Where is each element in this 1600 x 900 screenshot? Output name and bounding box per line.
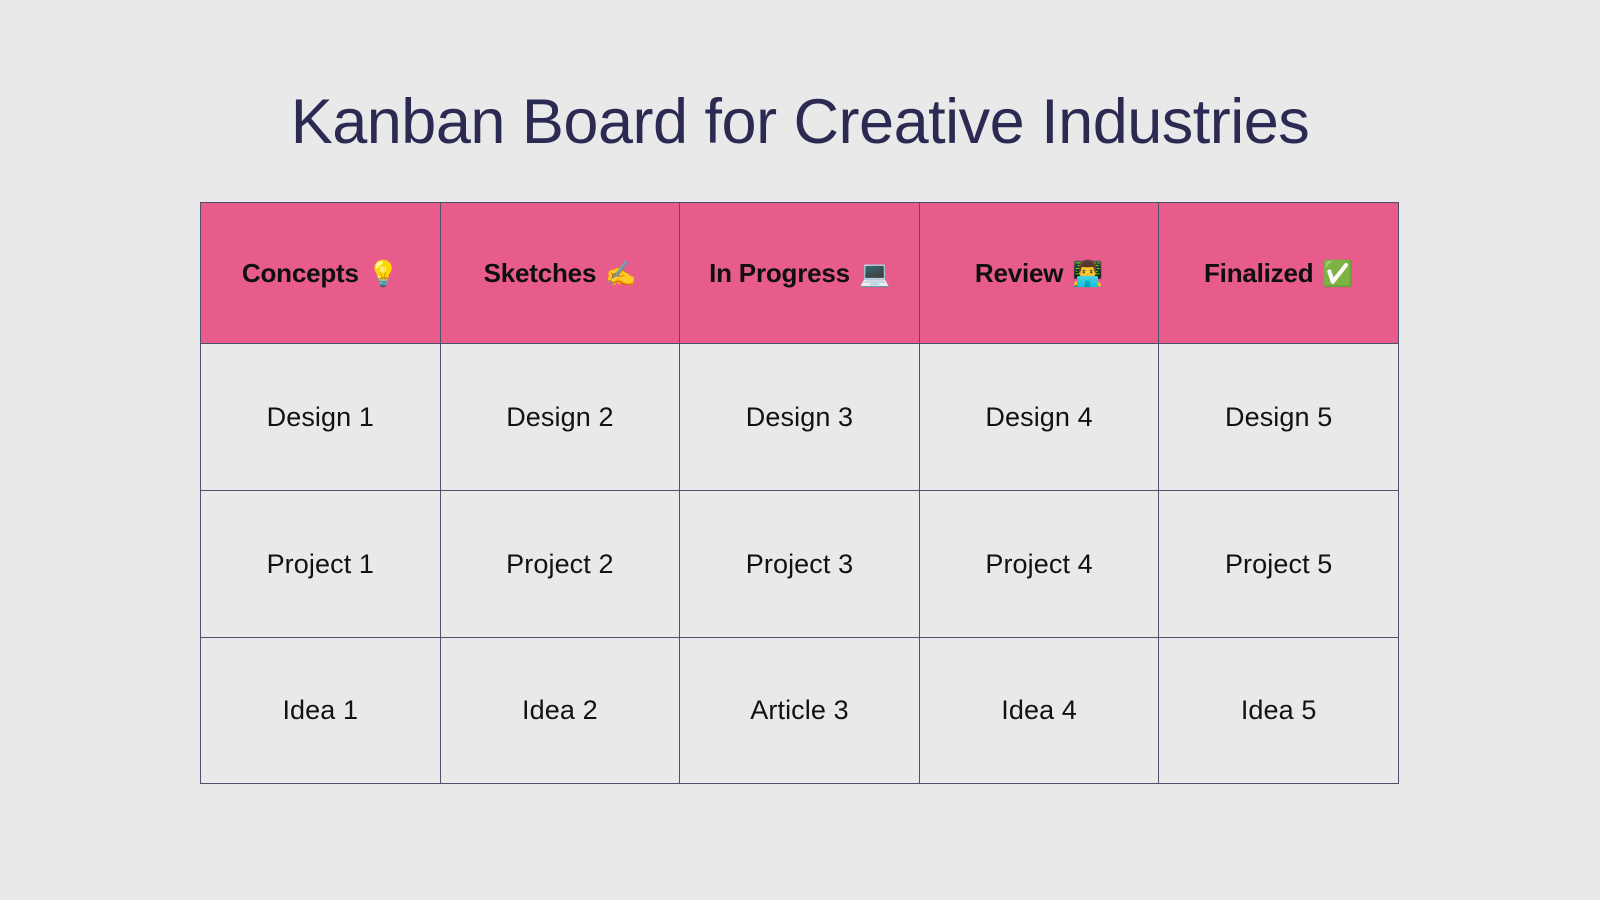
column-header-in-progress[interactable]: In Progress 💻 bbox=[679, 202, 920, 344]
column-header-label: Sketches bbox=[483, 257, 597, 288]
table-row: Idea 1 Idea 2 Article 3 Idea 4 Idea 5 bbox=[200, 637, 1399, 784]
table-row: Project 1 Project 2 Project 3 Project 4 … bbox=[200, 490, 1399, 638]
card-cell[interactable]: Project 3 bbox=[679, 490, 920, 638]
table-header-row: Concepts 💡 Sketches ✍️ In Progress 💻 Rev… bbox=[200, 202, 1399, 344]
card-cell[interactable]: Article 3 bbox=[679, 637, 920, 784]
column-header-sketches[interactable]: Sketches ✍️ bbox=[439, 202, 681, 344]
card-cell[interactable]: Idea 4 bbox=[918, 637, 1160, 784]
writing-hand-emoji: ✍️ bbox=[605, 258, 637, 288]
lightbulb-emoji: 💡 bbox=[367, 258, 399, 288]
card-cell[interactable]: Project 4 bbox=[918, 490, 1160, 638]
card-cell[interactable]: Design 1 bbox=[200, 343, 441, 491]
column-header-finalized[interactable]: Finalized ✅ bbox=[1158, 202, 1399, 344]
column-header-label: Finalized bbox=[1203, 257, 1314, 288]
check-mark-button-emoji: ✅ bbox=[1322, 258, 1354, 288]
card-cell[interactable]: Idea 2 bbox=[439, 637, 681, 784]
card-cell[interactable]: Design 2 bbox=[439, 343, 681, 491]
card-cell[interactable]: Project 1 bbox=[200, 490, 441, 638]
column-header-label: In Progress bbox=[709, 257, 850, 288]
table-row: Design 1 Design 2 Design 3 Design 4 Desi… bbox=[200, 343, 1399, 491]
card-cell[interactable]: Idea 1 bbox=[200, 637, 441, 784]
card-cell[interactable]: Design 3 bbox=[679, 343, 920, 491]
card-cell[interactable]: Idea 5 bbox=[1158, 637, 1399, 784]
column-header-concepts[interactable]: Concepts 💡 bbox=[200, 202, 441, 344]
card-cell[interactable]: Design 5 bbox=[1158, 343, 1399, 491]
kanban-table: Concepts 💡 Sketches ✍️ In Progress 💻 Rev… bbox=[200, 202, 1399, 784]
card-cell[interactable]: Design 4 bbox=[918, 343, 1160, 491]
laptop-emoji: 💻 bbox=[858, 258, 890, 288]
card-cell[interactable]: Project 2 bbox=[439, 490, 681, 638]
column-header-label: Review bbox=[974, 257, 1064, 288]
card-cell[interactable]: Project 5 bbox=[1158, 490, 1399, 638]
column-header-label: Concepts bbox=[241, 257, 359, 288]
kanban-board-page: Kanban Board for Creative Industries Con… bbox=[0, 0, 1600, 900]
column-header-review[interactable]: Review 👨‍💻 bbox=[918, 202, 1160, 344]
technologist-emoji: 👨‍💻 bbox=[1072, 258, 1104, 288]
page-title: Kanban Board for Creative Industries bbox=[290, 87, 1310, 158]
